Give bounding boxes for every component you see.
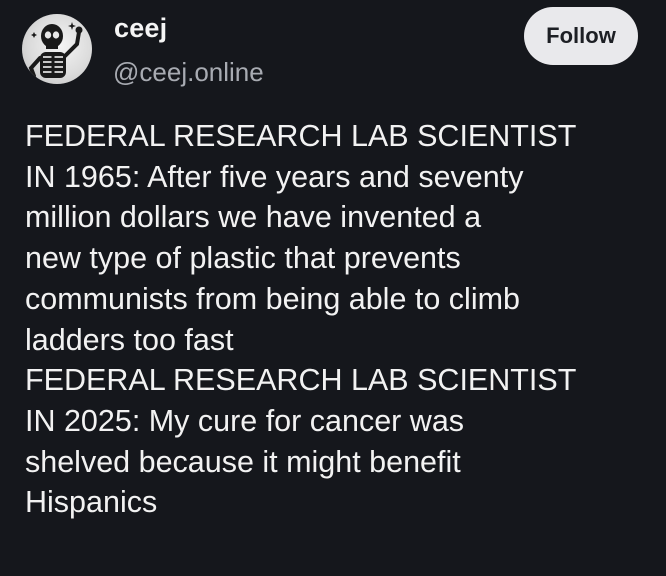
- avatar[interactable]: [22, 14, 92, 84]
- post-body-line: communists from being able to climb: [25, 281, 520, 316]
- follow-button[interactable]: Follow: [524, 7, 638, 65]
- post-card: ceej @ceej.online Follow FEDERAL RESEARC…: [0, 0, 666, 576]
- post-body-line: Hispanics: [25, 485, 158, 520]
- post-body-line: new type of plastic that prevents: [25, 241, 461, 276]
- post-body-line: million dollars we have invented a: [25, 200, 482, 235]
- post-body-line: IN 1965: After five years and seventy: [25, 159, 524, 194]
- post-body-line: ladders too fast: [25, 322, 234, 357]
- post-body-line: shelved because it might benefit: [25, 444, 461, 479]
- post-body-line: FEDERAL RESEARCH LAB SCIENTIST: [25, 363, 577, 398]
- skeleton-avatar-icon: [28, 22, 83, 78]
- username[interactable]: ceej: [114, 13, 167, 44]
- post-body-line: FEDERAL RESEARCH LAB SCIENTIST: [25, 119, 577, 153]
- post-body-line: IN 2025: My cure for cancer was: [25, 403, 465, 438]
- user-handle[interactable]: @ceej.online: [113, 57, 264, 88]
- post-body: FEDERAL RESEARCH LAB SCIENTIST IN 1965: …: [25, 116, 655, 523]
